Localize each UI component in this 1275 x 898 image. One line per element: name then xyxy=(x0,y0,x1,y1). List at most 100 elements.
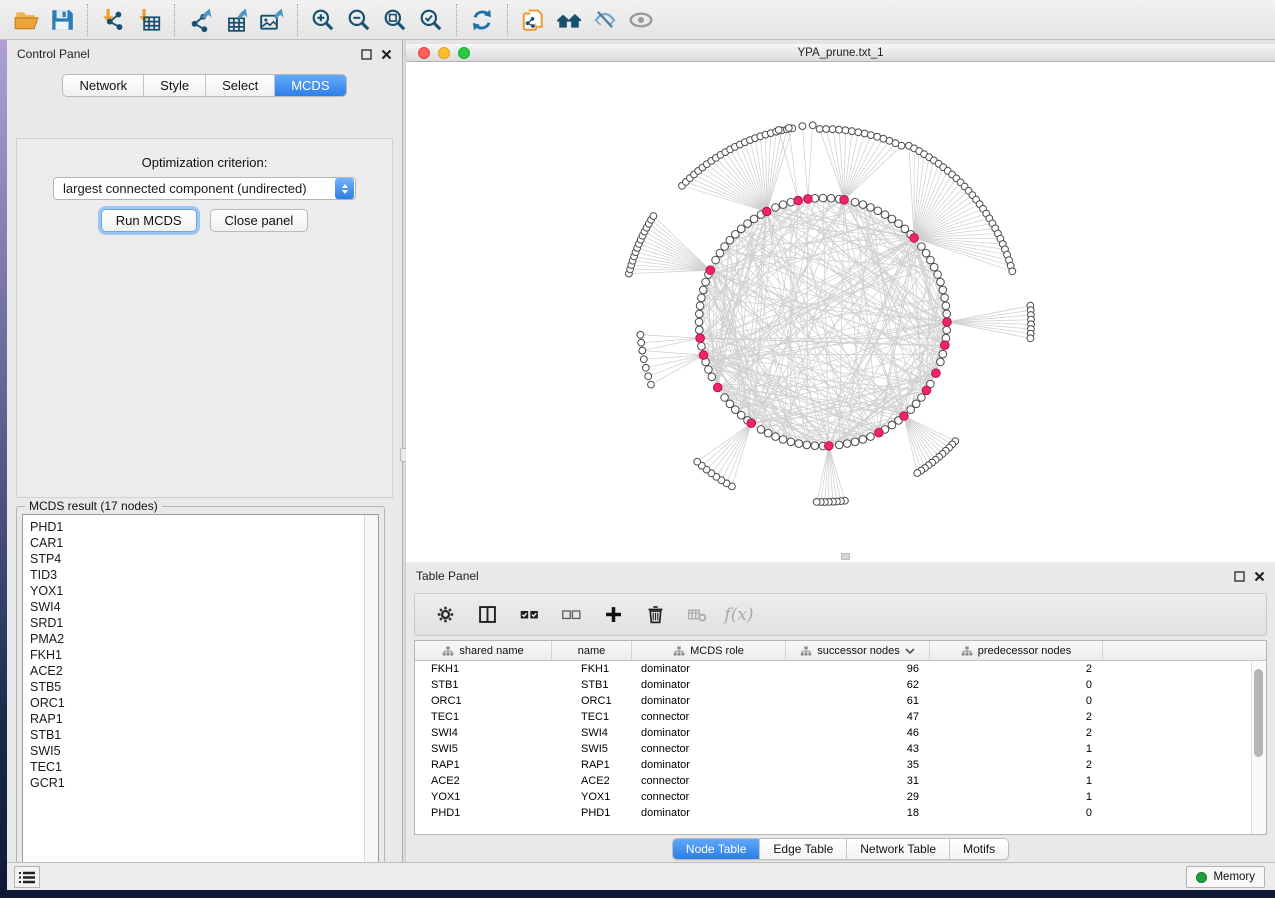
float-table-panel-icon[interactable] xyxy=(1234,571,1245,582)
optimization-criterion-select[interactable]: largest connected component (undirected) xyxy=(53,177,356,200)
cell-predecessor-nodes[interactable]: 1 xyxy=(930,743,1103,755)
result-node[interactable]: SWI5 xyxy=(30,743,364,759)
import-table-button[interactable] xyxy=(131,3,167,37)
cell-successor-nodes[interactable]: 47 xyxy=(786,711,930,723)
table-row[interactable]: RAP1RAP1dominator352 xyxy=(415,757,1266,773)
show-all-button[interactable] xyxy=(623,3,659,37)
tab-network-table[interactable]: Network Table xyxy=(847,839,950,859)
tab-style[interactable]: Style xyxy=(144,75,206,96)
table-row[interactable]: YOX1YOX1connector291 xyxy=(415,789,1266,805)
cell-shared-name[interactable]: PHD1 xyxy=(415,807,552,819)
clone-network-button[interactable] xyxy=(515,3,551,37)
zoom-selected-button[interactable] xyxy=(413,3,449,37)
cell-successor-nodes[interactable]: 18 xyxy=(786,807,930,819)
cell-successor-nodes[interactable]: 43 xyxy=(786,743,930,755)
float-panel-icon[interactable] xyxy=(361,49,372,60)
zoom-out-button[interactable] xyxy=(341,3,377,37)
cell-successor-nodes[interactable]: 62 xyxy=(786,679,930,691)
column-header-predecessor-nodes[interactable]: predecessor nodes xyxy=(930,641,1103,660)
table-row[interactable]: FKH1FKH1dominator962 xyxy=(415,661,1266,677)
cell-predecessor-nodes[interactable]: 0 xyxy=(930,807,1103,819)
cell-MCDS-role[interactable]: dominator xyxy=(632,663,786,675)
cell-shared-name[interactable]: TEC1 xyxy=(415,711,552,723)
cell-MCDS-role[interactable]: dominator xyxy=(632,759,786,771)
cell-name[interactable]: ORC1 xyxy=(552,695,632,707)
cell-MCDS-role[interactable]: dominator xyxy=(632,679,786,691)
delete-column-button[interactable] xyxy=(683,600,711,630)
cell-successor-nodes[interactable]: 29 xyxy=(786,791,930,803)
cell-shared-name[interactable]: YOX1 xyxy=(415,791,552,803)
network-graph[interactable] xyxy=(406,62,1275,562)
cell-MCDS-role[interactable]: connector xyxy=(632,743,786,755)
cell-MCDS-role[interactable]: dominator xyxy=(632,727,786,739)
result-node[interactable]: RAP1 xyxy=(30,711,364,727)
cell-successor-nodes[interactable]: 96 xyxy=(786,663,930,675)
result-node[interactable]: YOX1 xyxy=(30,583,364,599)
cell-predecessor-nodes[interactable]: 2 xyxy=(930,663,1103,675)
export-table-button[interactable] xyxy=(218,3,254,37)
column-header-MCDS-role[interactable]: MCDS role xyxy=(632,641,786,660)
column-header-name[interactable]: name xyxy=(552,641,632,660)
cell-shared-name[interactable]: SWI4 xyxy=(415,727,552,739)
cell-predecessor-nodes[interactable]: 2 xyxy=(930,759,1103,771)
tab-node-table[interactable]: Node Table xyxy=(673,839,761,859)
cell-predecessor-nodes[interactable]: 2 xyxy=(930,711,1103,723)
table-row[interactable]: TEC1TEC1connector472 xyxy=(415,709,1266,725)
hide-selected-button[interactable] xyxy=(587,3,623,37)
result-node[interactable]: TID3 xyxy=(30,567,364,583)
cell-name[interactable]: FKH1 xyxy=(552,663,632,675)
result-node[interactable]: ACE2 xyxy=(30,663,364,679)
select-all-button[interactable] xyxy=(515,600,543,630)
tab-edge-table[interactable]: Edge Table xyxy=(760,839,847,859)
first-neighbors-button[interactable] xyxy=(551,3,587,37)
open-file-button[interactable] xyxy=(8,3,44,37)
zoom-in-button[interactable] xyxy=(305,3,341,37)
network-canvas[interactable] xyxy=(406,62,1275,562)
result-node[interactable]: PMA2 xyxy=(30,631,364,647)
refresh-button[interactable] xyxy=(464,3,500,37)
result-node[interactable]: STB5 xyxy=(30,679,364,695)
result-node[interactable]: SRD1 xyxy=(30,615,364,631)
cell-shared-name[interactable]: STB1 xyxy=(415,679,552,691)
cell-name[interactable]: SWI5 xyxy=(552,743,632,755)
cell-successor-nodes[interactable]: 35 xyxy=(786,759,930,771)
result-node[interactable]: GCR1 xyxy=(30,775,364,791)
export-image-button[interactable] xyxy=(254,3,290,37)
table-row[interactable]: ACE2ACE2connector311 xyxy=(415,773,1266,789)
zoom-fit-button[interactable] xyxy=(377,3,413,37)
tab-network[interactable]: Network xyxy=(63,75,144,96)
table-row[interactable]: PHD1PHD1dominator180 xyxy=(415,805,1266,821)
cell-successor-nodes[interactable]: 46 xyxy=(786,727,930,739)
cell-shared-name[interactable]: SWI5 xyxy=(415,743,552,755)
show-panels-button[interactable] xyxy=(14,866,40,888)
close-panel-button[interactable]: Close panel xyxy=(210,209,309,232)
table-scrollbar[interactable] xyxy=(1251,661,1266,834)
cell-name[interactable]: RAP1 xyxy=(552,759,632,771)
result-node[interactable]: PHD1 xyxy=(30,519,364,535)
cell-name[interactable]: YOX1 xyxy=(552,791,632,803)
cell-predecessor-nodes[interactable]: 0 xyxy=(930,679,1103,691)
cell-shared-name[interactable]: RAP1 xyxy=(415,759,552,771)
column-header-successor-nodes[interactable]: successor nodes xyxy=(786,641,930,660)
cell-predecessor-nodes[interactable]: 0 xyxy=(930,695,1103,707)
table-row[interactable]: STB1STB1dominator620 xyxy=(415,677,1266,693)
add-button[interactable] xyxy=(599,600,627,630)
column-header-shared-name[interactable]: shared name xyxy=(415,641,552,660)
table-row[interactable]: ORC1ORC1dominator610 xyxy=(415,693,1266,709)
save-session-button[interactable] xyxy=(44,3,80,37)
table-scrollbar-thumb[interactable] xyxy=(1254,669,1263,757)
cell-MCDS-role[interactable]: connector xyxy=(632,711,786,723)
cell-successor-nodes[interactable]: 61 xyxy=(786,695,930,707)
columns-button[interactable] xyxy=(473,600,501,630)
cell-shared-name[interactable]: FKH1 xyxy=(415,663,552,675)
cell-name[interactable]: PHD1 xyxy=(552,807,632,819)
result-list-scrollbar[interactable] xyxy=(364,515,378,871)
table-row[interactable]: SWI4SWI4dominator462 xyxy=(415,725,1266,741)
memory-button[interactable]: Memory xyxy=(1186,866,1265,888)
result-node[interactable]: CAR1 xyxy=(30,535,364,551)
cell-name[interactable]: ACE2 xyxy=(552,775,632,787)
tab-motifs[interactable]: Motifs xyxy=(950,839,1008,859)
gear-button[interactable] xyxy=(431,600,459,630)
cell-MCDS-role[interactable]: connector xyxy=(632,775,786,787)
cell-predecessor-nodes[interactable]: 2 xyxy=(930,727,1103,739)
